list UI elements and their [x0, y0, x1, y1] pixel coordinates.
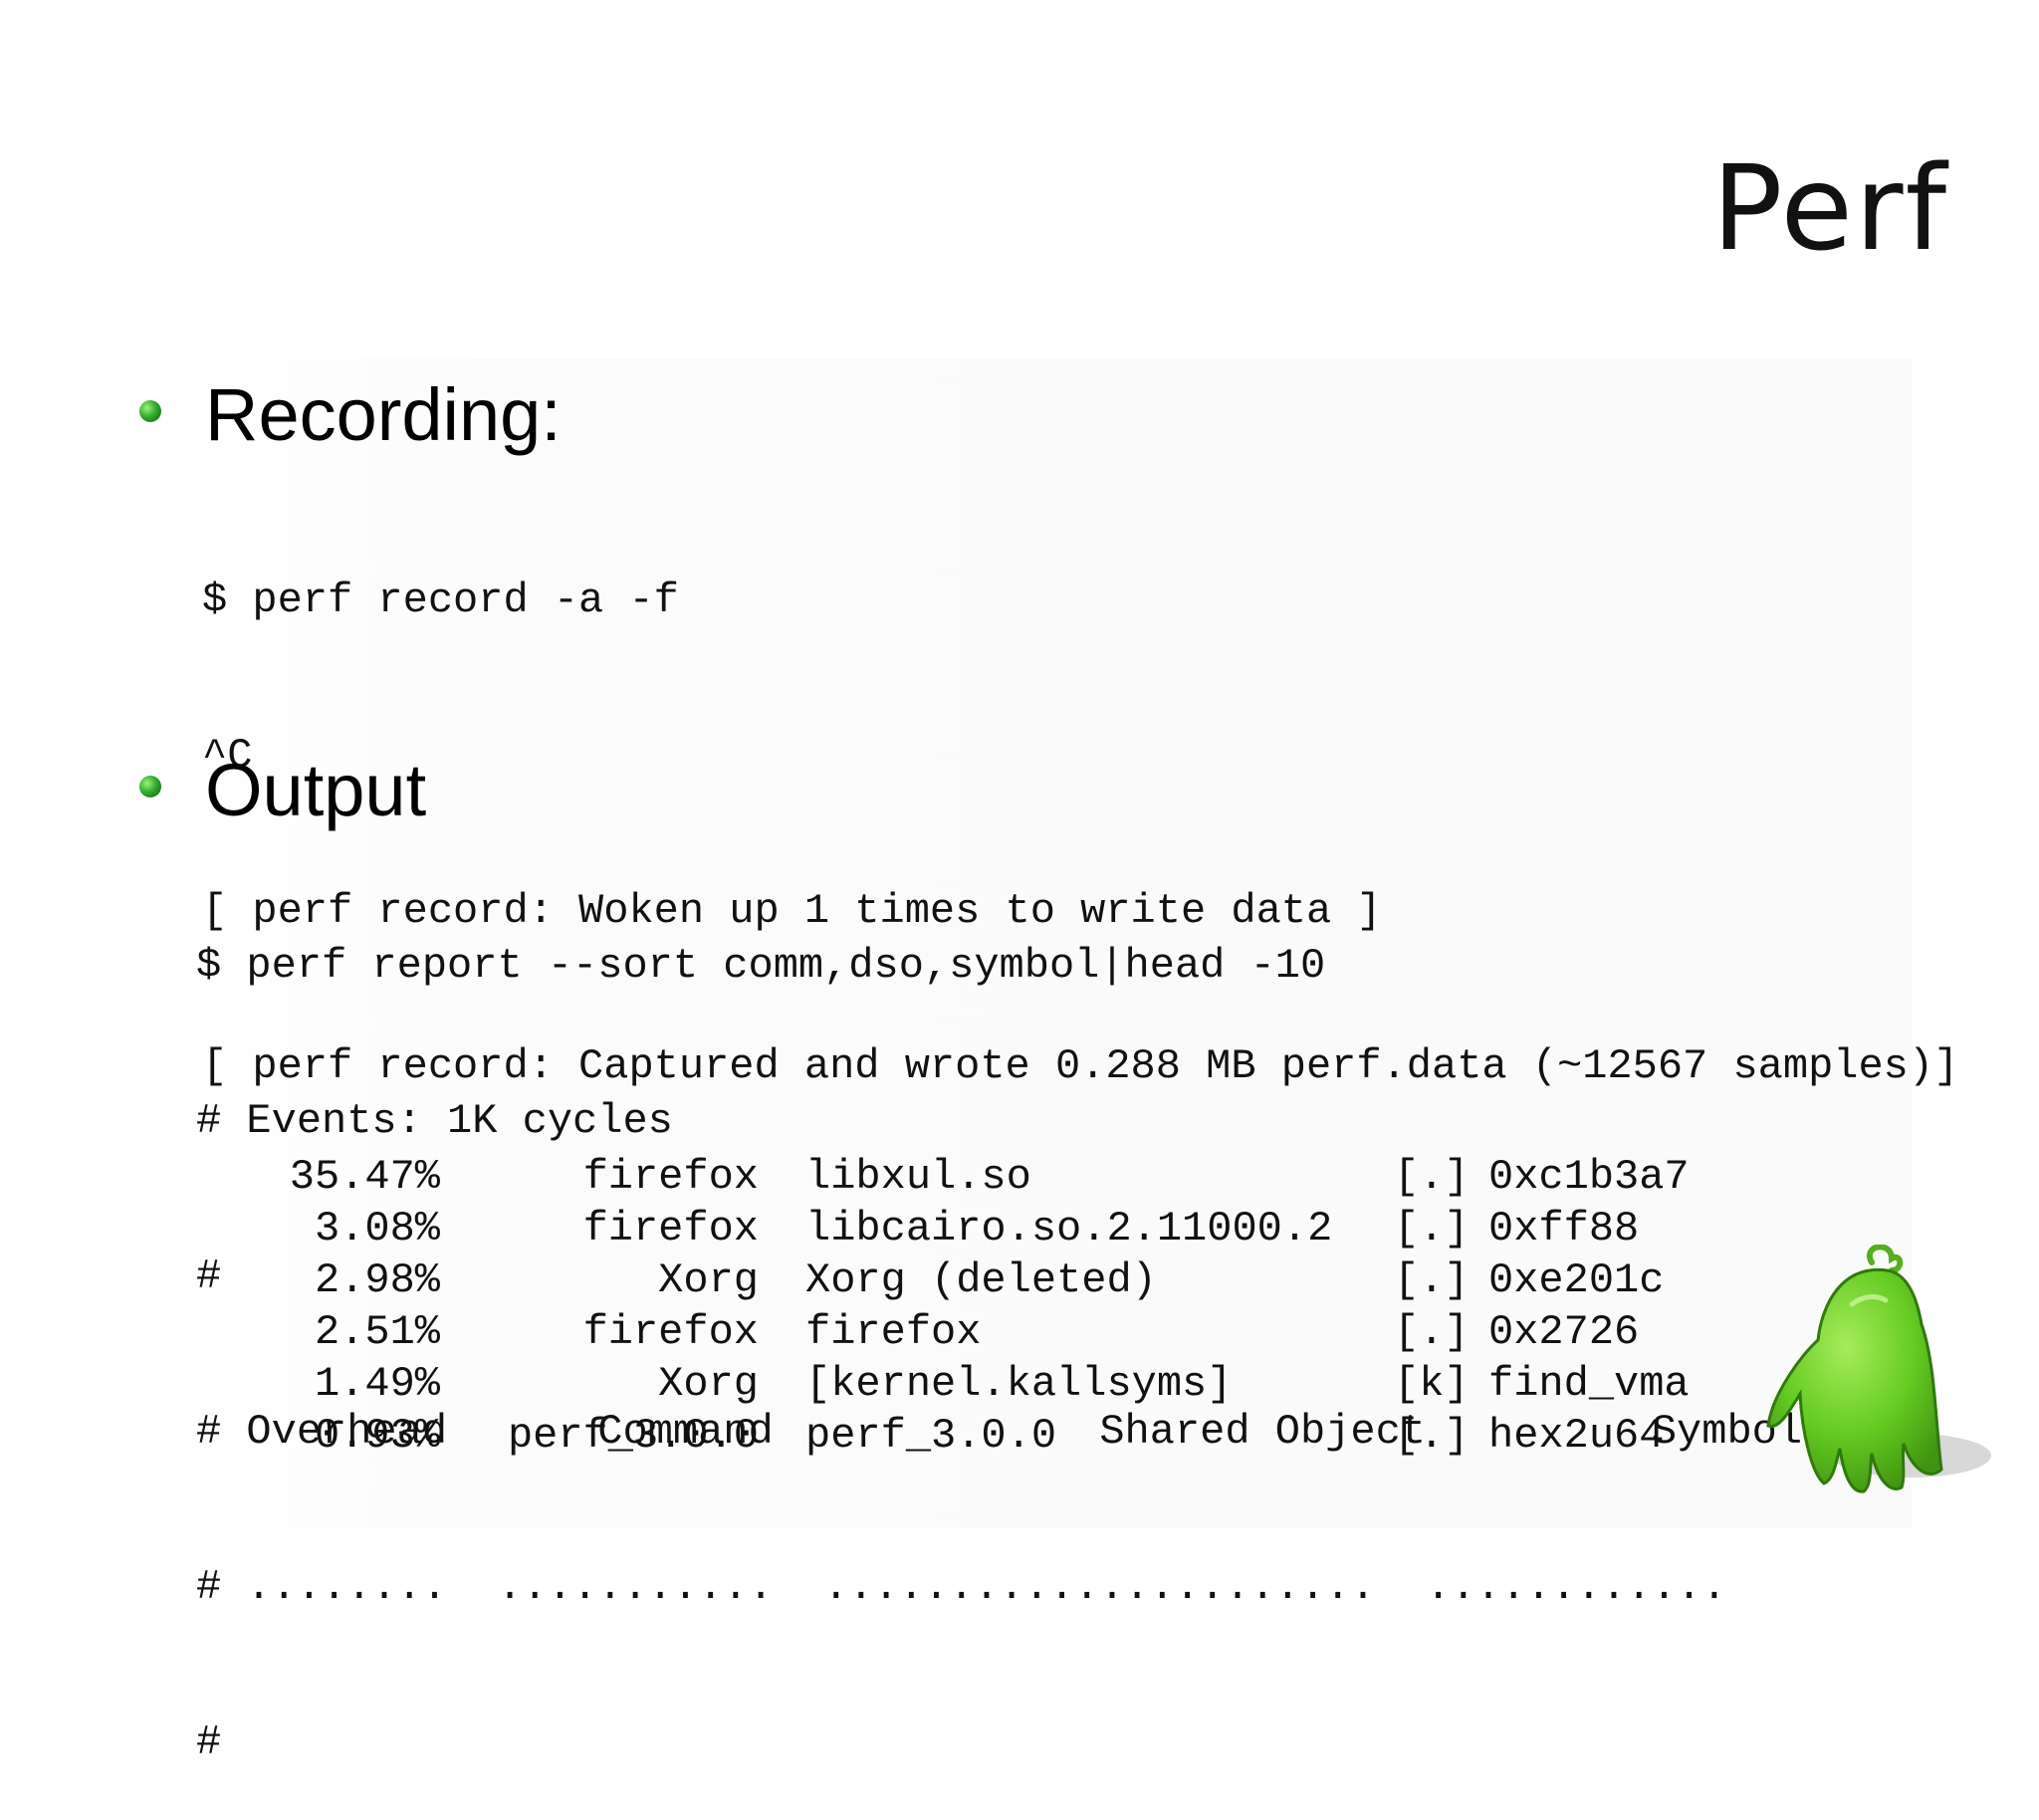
code-line: # Events: 1K cycles	[196, 1097, 673, 1145]
bullet-icon	[139, 776, 161, 797]
level-cell: [.]	[1394, 1205, 1470, 1252]
shared-object-cell: perf_3.0.0	[805, 1412, 1057, 1460]
level-cell: [.]	[1394, 1256, 1470, 1304]
level-cell: [k]	[1394, 1360, 1470, 1408]
table-row: 0.93% perf_3.0.0 perf_3.0.0 [.] hex2u64	[196, 1410, 1729, 1462]
table-row: 35.47% firefox libxul.so [.] 0xc1b3a7	[196, 1151, 1729, 1203]
mascot-icon	[1766, 1245, 1991, 1493]
command-cell: firefox	[582, 1153, 759, 1201]
symbol-cell: 0x2726	[1488, 1308, 1640, 1356]
overhead-cell: 2.98%	[314, 1256, 440, 1304]
command-cell: Xorg	[658, 1360, 759, 1408]
bullet-icon	[139, 400, 161, 422]
overhead-cell: 0.93%	[314, 1412, 440, 1460]
code-line: # ........ ........... .................…	[196, 1563, 1727, 1611]
command-cell: firefox	[582, 1308, 759, 1356]
code-line: $ perf record -a -f	[202, 576, 679, 624]
section-heading-recording: Recording:	[205, 373, 562, 456]
overhead-cell: 3.08%	[314, 1205, 440, 1252]
shared-object-cell: firefox	[805, 1308, 982, 1356]
symbol-cell: 0xc1b3a7	[1488, 1153, 1690, 1201]
slide-title: Perf	[1711, 139, 1948, 277]
command-cell: firefox	[582, 1205, 759, 1252]
section-heading-output: Output	[205, 749, 427, 831]
overhead-cell: 2.51%	[314, 1308, 440, 1356]
code-line: #	[196, 1718, 222, 1766]
symbol-cell: hex2u64	[1488, 1412, 1665, 1460]
shared-object-cell: libcairo.so.2.11000.2	[805, 1205, 1333, 1252]
code-line: $ perf report --sort comm,dso,symbol|hea…	[196, 942, 1326, 990]
level-cell: [.]	[1394, 1412, 1470, 1460]
level-cell: [.]	[1394, 1153, 1470, 1201]
symbol-cell: 0xe201c	[1488, 1256, 1665, 1304]
table-row: 2.51% firefox firefox [.] 0x2726	[196, 1306, 1729, 1358]
code-line: ^C	[202, 732, 253, 780]
symbol-cell: 0xff88	[1488, 1205, 1640, 1252]
table-row: 3.08% firefox libcairo.so.2.11000.2 [.] …	[196, 1203, 1729, 1254]
command-cell: Xorg	[658, 1256, 759, 1304]
command-cell: perf_3.0.0	[507, 1412, 759, 1460]
symbol-cell: find_vma	[1488, 1360, 1690, 1408]
level-cell: [.]	[1394, 1308, 1470, 1356]
table-row: 1.49% Xorg [kernel.kallsyms] [k] find_vm…	[196, 1358, 1729, 1410]
table-row: 2.98% Xorg Xorg (deleted) [.] 0xe201c	[196, 1254, 1729, 1306]
shared-object-cell: Xorg (deleted)	[805, 1256, 1157, 1304]
shared-object-cell: [kernel.kallsyms]	[805, 1360, 1233, 1408]
shared-object-cell: libxul.so	[805, 1153, 1031, 1201]
overhead-cell: 1.49%	[314, 1360, 440, 1408]
report-table: 35.47% firefox libxul.so [.] 0xc1b3a7 3.…	[196, 1151, 1729, 1462]
overhead-cell: 35.47%	[289, 1153, 440, 1201]
